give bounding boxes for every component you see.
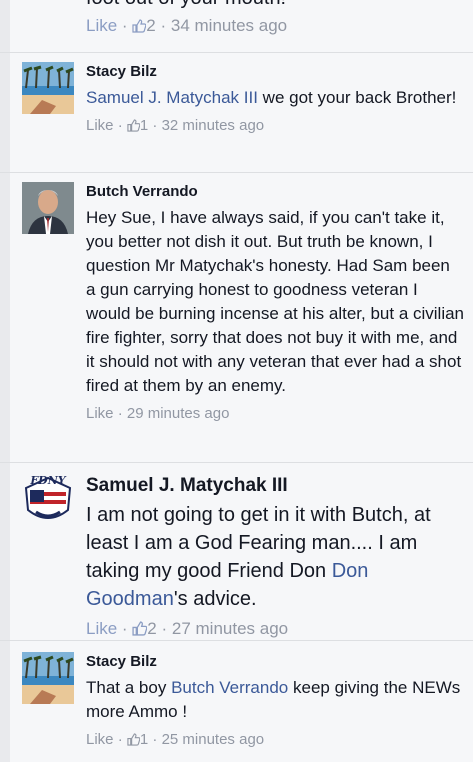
timestamp[interactable]: 29 minutes ago — [127, 405, 230, 422]
like-count: 1 — [139, 117, 149, 134]
comment-text: Samuel J. Matychak III we got your back … — [86, 88, 457, 107]
comment-meta: Like · 1 · 32 minutes ago — [86, 117, 265, 134]
avatar[interactable] — [22, 182, 74, 234]
portrait-photo — [22, 182, 74, 234]
like-count: 2 — [146, 16, 156, 35]
comment-text: That a boy Butch Verrando keep giving th… — [86, 678, 461, 721]
comment-meta: Like · 2 · 34 minutes ago — [86, 16, 288, 35]
timestamp[interactable]: 32 minutes ago — [162, 117, 265, 134]
avatar[interactable] — [22, 62, 74, 114]
commenter-name[interactable]: Samuel J. Matychak III — [86, 474, 464, 498]
timestamp[interactable]: 25 minutes ago — [162, 731, 265, 748]
comment-text: I am not going to get in it with Butch, … — [86, 504, 431, 610]
comment-meta: Like · 1 · 25 minutes ago — [86, 731, 265, 748]
mention-link[interactable]: Butch Verrando — [171, 678, 288, 697]
divider — [0, 172, 473, 173]
like-count: 1 — [139, 731, 149, 748]
logo-lettering: FDNY — [30, 474, 66, 487]
comment-meta: Like · 2 · 27 minutes ago — [86, 619, 289, 638]
like-link[interactable]: Like — [86, 619, 117, 638]
comment-text: foot out of your mouth! — [86, 0, 464, 12]
thumbs-up-icon — [127, 119, 140, 132]
like-link[interactable]: Like — [86, 16, 117, 35]
commenter-name[interactable]: Stacy Bilz — [86, 652, 464, 672]
thumbs-up-icon — [132, 19, 147, 33]
timestamp[interactable]: 27 minutes ago — [172, 619, 288, 638]
divider — [0, 462, 473, 463]
comment-meta: Like · 29 minutes ago — [86, 405, 230, 422]
comment-text: Hey Sue, I have always said, if you can'… — [86, 208, 465, 395]
divider — [0, 640, 473, 641]
like-link[interactable]: Like — [86, 405, 114, 422]
like-link[interactable]: Like — [86, 117, 114, 134]
commenter-name[interactable]: Butch Verrando — [86, 182, 464, 202]
timestamp[interactable]: 34 minutes ago — [171, 16, 287, 35]
avatar[interactable]: FDNY — [22, 474, 74, 526]
commenter-name[interactable]: Stacy Bilz — [86, 62, 464, 82]
divider — [0, 52, 473, 53]
like-count: 2 — [147, 619, 157, 638]
thumbs-up-icon — [127, 733, 140, 746]
beach-photo — [22, 652, 74, 704]
mention-link[interactable]: Samuel J. Matychak III — [86, 88, 258, 107]
thumbs-up-icon — [132, 621, 148, 636]
avatar[interactable] — [22, 652, 74, 704]
like-link[interactable]: Like — [86, 731, 114, 748]
comment-feed: foot out of your mouth! Like · 2 · 34 mi… — [0, 0, 473, 762]
beach-photo — [22, 62, 74, 114]
